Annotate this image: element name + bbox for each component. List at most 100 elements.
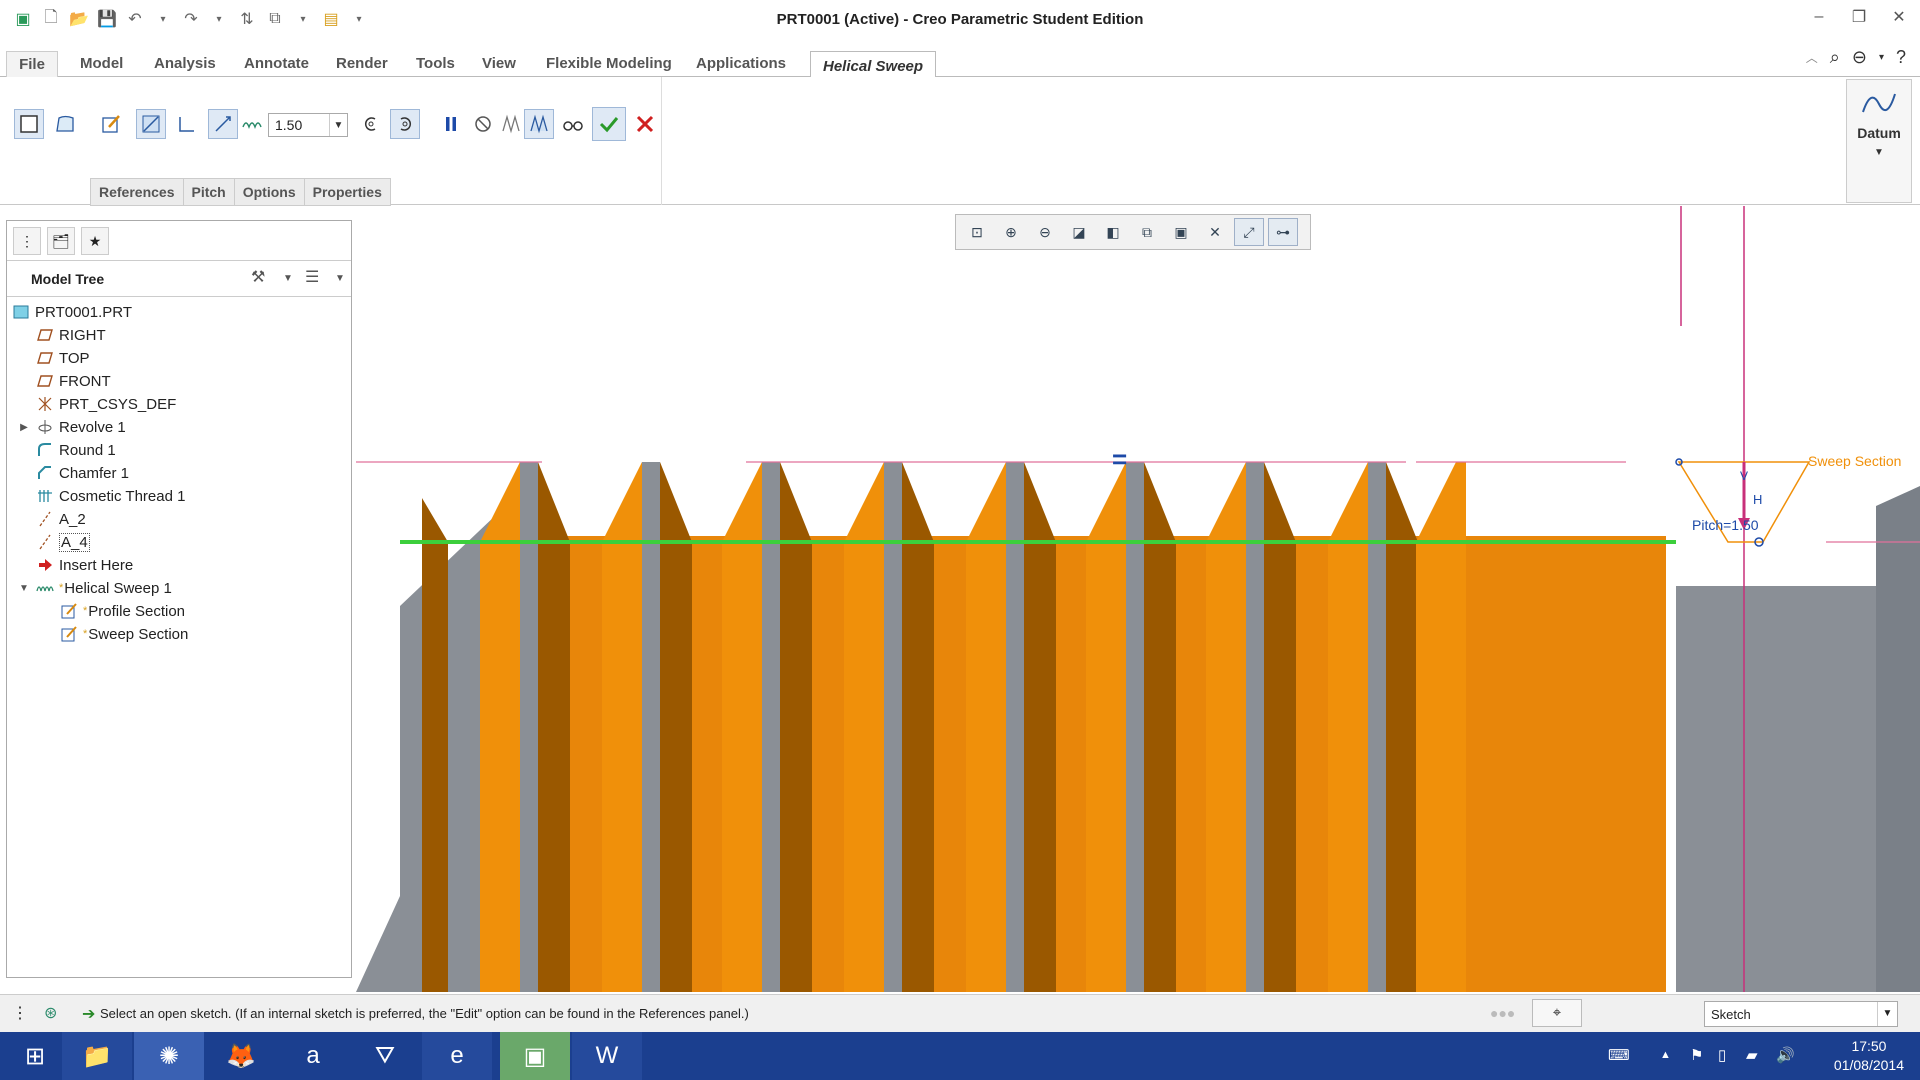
surface-icon[interactable] [50, 109, 80, 139]
pause-icon[interactable] [436, 109, 466, 139]
selection-filter-select[interactable]: Sketch ▼ [1704, 1001, 1898, 1027]
action-center-flag-icon[interactable]: ⚑ [1690, 1046, 1703, 1064]
favorites-icon[interactable]: ★ [81, 227, 109, 255]
saved-orientations-icon[interactable]: ⧉ [1132, 218, 1162, 246]
references-tab[interactable]: References [90, 178, 184, 206]
verify-preview-icon[interactable] [524, 109, 554, 139]
pitch-value-input[interactable]: 1.50 ▼ [268, 113, 348, 137]
separate-preview-icon[interactable] [496, 109, 526, 139]
close-icon[interactable]: ✕ [1888, 6, 1910, 28]
datum-button[interactable]: Datum ▼ [1846, 79, 1912, 203]
keyboard-icon[interactable]: ⌨ [1608, 1046, 1630, 1064]
datum-display-icon[interactable]: ✕ [1200, 218, 1230, 246]
sketcher-display-icon[interactable]: ⊶ [1268, 218, 1298, 246]
flip-direction-icon[interactable] [208, 109, 238, 139]
tree-item-profile-section[interactable]: * Profile Section [59, 600, 185, 622]
volume-icon[interactable]: 🔊 [1776, 1046, 1795, 1064]
tree-item-axis-a2[interactable]: A_2 [35, 508, 86, 530]
internet-explorer-icon[interactable]: e [422, 1032, 492, 1080]
refit-icon[interactable]: ⊡ [962, 218, 992, 246]
view-manager-icon[interactable]: ▣ [1166, 218, 1196, 246]
preview-glasses-icon[interactable] [558, 109, 588, 139]
sketch-icon[interactable] [96, 109, 126, 139]
help-icon[interactable]: ? [1896, 47, 1906, 68]
display-style-icon[interactable]: ◧ [1098, 218, 1128, 246]
cancel-x-icon[interactable] [630, 109, 660, 139]
start-windows-icon[interactable]: ⊞ [0, 1032, 70, 1080]
find-icon[interactable]: ⌖ [1532, 999, 1582, 1027]
amazon-icon[interactable]: a [278, 1032, 348, 1080]
zoom-out-icon[interactable]: ⊖ [1030, 218, 1060, 246]
tree-item-round[interactable]: Round 1 [35, 439, 116, 461]
tree-filter-icon[interactable]: ☰ [305, 267, 319, 287]
tree-filter-dropdown-icon[interactable]: ▼ [335, 273, 345, 284]
pitch-dimension-label[interactable]: Pitch=1.50 [1692, 517, 1759, 533]
collapse-arrow-icon[interactable]: ▼ [17, 583, 31, 594]
minimize-ribbon-icon[interactable]: ︿ [1806, 49, 1818, 66]
thicken-icon[interactable] [172, 109, 202, 139]
graphics-viewport[interactable]: = V H Pitch=1.50 Sweep Section [356, 206, 1920, 992]
tree-item-top[interactable]: TOP [35, 347, 90, 369]
left-handed-icon[interactable] [356, 109, 386, 139]
tree-item-axis-a4[interactable]: A_4 [35, 531, 90, 553]
selection-filter-dropdown-icon[interactable]: ▼ [1877, 1002, 1897, 1026]
tree-item-sweep-section[interactable]: * Sweep Section [59, 623, 188, 645]
tree-item-insert-here[interactable]: Insert Here [35, 554, 133, 576]
community-dropdown-icon[interactable]: ▾ [1879, 52, 1884, 63]
file-explorer-icon[interactable]: 📁 [62, 1032, 132, 1080]
tab-model[interactable]: Model [72, 51, 131, 77]
network-icon[interactable]: ▰ [1746, 1046, 1758, 1064]
tree-item-part[interactable]: PRT0001.PRT [11, 301, 132, 323]
minimize-icon[interactable]: – [1808, 6, 1830, 28]
tree-item-right[interactable]: RIGHT [35, 324, 106, 346]
pitch-tab[interactable]: Pitch [182, 178, 235, 206]
pitch-dropdown-icon[interactable]: ▼ [329, 114, 347, 136]
expand-arrow-icon[interactable]: ▶ [17, 422, 31, 433]
creo-app-icon[interactable]: ✺ [134, 1032, 204, 1080]
tab-applications[interactable]: Applications [688, 51, 794, 77]
community-icon[interactable]: ⊖ [1852, 47, 1867, 68]
creo-parametric-taskbar-icon[interactable]: ▣ [500, 1032, 570, 1080]
browser-app-icon[interactable]: 🦊 [206, 1032, 276, 1080]
tree-item-cosmetic-thread[interactable]: Cosmetic Thread 1 [35, 485, 185, 507]
restore-icon[interactable]: ❐ [1848, 6, 1870, 28]
tab-file[interactable]: File ▾ [6, 51, 58, 91]
tree-settings-dropdown-icon[interactable]: ▼ [283, 273, 293, 284]
tab-flexible-modeling[interactable]: Flexible Modeling [538, 51, 680, 77]
remove-material-icon[interactable] [136, 109, 166, 139]
model-tree-tab-icon[interactable]: ⋮ [13, 227, 41, 255]
tree-settings-icon[interactable]: ⚒ [251, 267, 265, 287]
right-handed-icon[interactable] [390, 109, 420, 139]
tab-analysis[interactable]: Analysis [146, 51, 224, 77]
tab-tools[interactable]: Tools [408, 51, 463, 77]
search-icon[interactable]: ⌕ [1830, 47, 1840, 68]
properties-tab[interactable]: Properties [303, 178, 391, 206]
store-icon[interactable]: ⛛ [350, 1032, 420, 1080]
options-tab[interactable]: Options [233, 178, 305, 206]
no-preview-icon[interactable] [468, 109, 498, 139]
tree-item-revolve[interactable]: ▶ Revolve 1 [17, 416, 126, 438]
navigator-toggle-icon[interactable]: ⋮ [12, 1003, 28, 1023]
tab-render[interactable]: Render [328, 51, 396, 77]
tree-item-csys[interactable]: PRT_CSYS_DEF [35, 393, 176, 415]
system-clock[interactable]: 17:50 01/08/2014 [1834, 1037, 1904, 1075]
tree-item-front[interactable]: FRONT [35, 370, 111, 392]
tab-annotate[interactable]: Annotate [236, 51, 317, 77]
apply-checkmark-icon[interactable] [592, 107, 626, 141]
word-icon[interactable]: W [572, 1032, 642, 1080]
datum-dropdown-icon[interactable]: ▼ [1847, 147, 1911, 158]
sketch-view-icon[interactable]: ⤢ [1234, 218, 1264, 246]
helical-sweep-icon [35, 579, 55, 597]
csys-icon [35, 395, 55, 413]
battery-icon[interactable]: ▯ [1718, 1046, 1726, 1064]
folder-browser-icon[interactable]: 🗂 [47, 227, 75, 255]
browser-toggle-icon[interactable]: ⊛ [44, 1003, 57, 1023]
tree-item-chamfer[interactable]: Chamfer 1 [35, 462, 129, 484]
repaint-icon[interactable]: ◪ [1064, 218, 1094, 246]
solid-icon[interactable] [14, 109, 44, 139]
tree-item-helical-sweep[interactable]: ▼ * Helical Sweep 1 [17, 577, 172, 599]
tab-view[interactable]: View [474, 51, 524, 77]
title-bar: ▣ 🗋 📂 💾 ↶ ▾ ↷ ▾ ⇅ ⧉ ▾ ▤ ▾ PRT0001 (Activ… [0, 0, 1920, 40]
show-hidden-icons-icon[interactable]: ▲ [1660, 1049, 1671, 1061]
zoom-in-icon[interactable]: ⊕ [996, 218, 1026, 246]
